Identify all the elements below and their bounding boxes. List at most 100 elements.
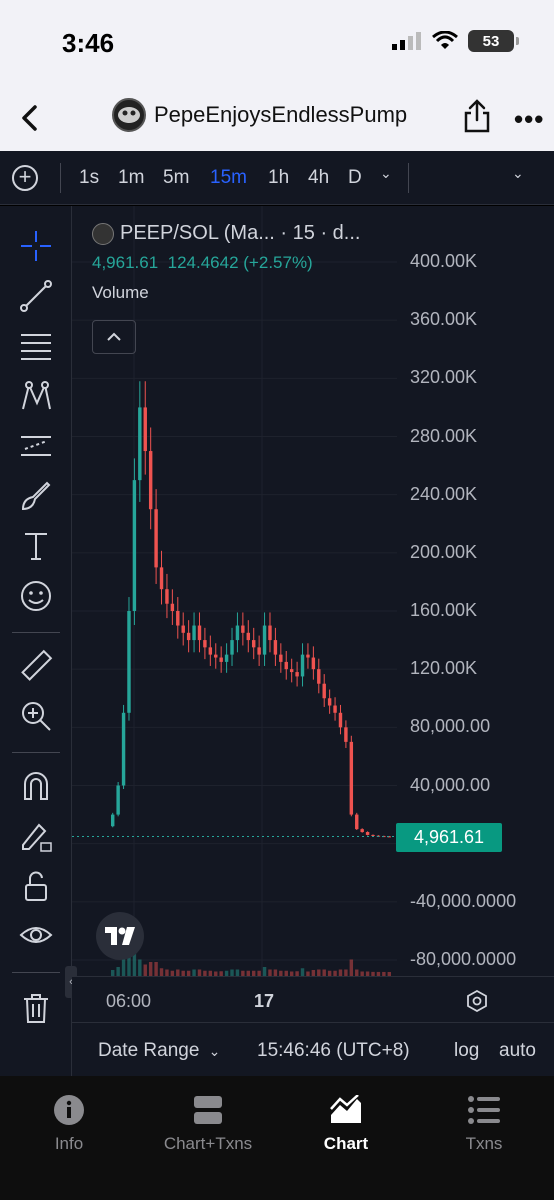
candle — [127, 611, 131, 713]
log-scale-toggle[interactable]: log — [454, 1040, 479, 1062]
timeframe-4h[interactable]: 4h — [308, 167, 329, 189]
candle — [219, 657, 223, 662]
chevron-left-icon — [22, 105, 37, 131]
symbol-title[interactable]: PEEP/SOL (Ma... · 15 · d... — [120, 222, 360, 245]
volume-bar — [148, 962, 153, 976]
candle — [241, 625, 245, 633]
text-tool[interactable] — [18, 528, 54, 564]
chart-type-dropdown-chevron-icon[interactable]: ⌄ — [512, 165, 524, 182]
tab-label: Txns — [465, 1134, 503, 1153]
candle — [257, 647, 261, 655]
price-axis-label: -40,000.0000 — [410, 890, 517, 911]
time-label: 17 — [254, 991, 275, 1011]
candle — [246, 632, 250, 641]
candle — [170, 603, 175, 611]
token-header: PepeEnjoysEndlessPump — [112, 98, 407, 132]
trash-icon — [24, 994, 48, 1023]
price-axis-label: -80,000.0000 — [410, 949, 517, 969]
candle — [148, 451, 153, 510]
volume-bar — [349, 959, 354, 976]
add-indicator-button[interactable]: + — [12, 165, 38, 191]
timeframe-5m[interactable]: 5m — [163, 167, 189, 189]
candle — [159, 567, 164, 590]
lock-drawings-tool[interactable] — [18, 818, 54, 854]
candle — [154, 509, 158, 568]
auto-scale-toggle[interactable]: auto — [499, 1040, 536, 1062]
candle — [116, 785, 120, 815]
candle — [322, 683, 326, 699]
share-button[interactable] — [462, 98, 492, 138]
emoji-tool[interactable] — [18, 578, 54, 614]
timeframe-dropdown-chevron-icon[interactable]: ⌄ — [380, 165, 392, 182]
chevron-up-icon — [107, 332, 121, 341]
volume-bar — [300, 968, 305, 976]
nav-bar: PepeEnjoysEndlessPump ••• — [0, 90, 554, 146]
trend-line-icon — [20, 280, 52, 312]
candle — [295, 672, 299, 677]
candle — [371, 834, 375, 836]
candle — [300, 654, 305, 677]
forecast-tool[interactable] — [18, 428, 54, 464]
legend-price: 4,961.61 — [92, 253, 159, 272]
trend-line-tool[interactable] — [18, 278, 54, 314]
horizontal-lines-tool[interactable] — [18, 328, 54, 364]
time-axis[interactable]: 06:00 17 — [72, 976, 554, 1022]
tradingview-logo-icon[interactable] — [96, 912, 144, 960]
date-range-button[interactable]: Date Range ⌄ — [98, 1040, 220, 1062]
delete-tool[interactable] — [18, 990, 54, 1026]
unlock-icon — [25, 871, 47, 901]
chart-icon — [330, 1095, 361, 1123]
timezone-clock[interactable]: 15:46:46 (UTC+8) — [257, 1040, 410, 1062]
cellular-signal-icon — [392, 32, 421, 50]
timeframe-d[interactable]: D — [348, 167, 362, 189]
candle — [365, 832, 370, 835]
candle — [268, 625, 272, 641]
zoom-tool[interactable] — [18, 698, 54, 734]
timeframe-15m[interactable]: 15m — [210, 167, 247, 189]
split-view-icon — [194, 1096, 222, 1124]
brush-tool[interactable] — [18, 478, 54, 514]
tools-divider — [12, 632, 60, 633]
candle — [355, 814, 359, 830]
timeframe-1m[interactable]: 1m — [118, 167, 144, 189]
timeframe-1s[interactable]: 1s — [79, 167, 99, 189]
top-header: 3:46 53 PepeEnjoysEndlessPump ••• — [0, 0, 554, 151]
tab-info[interactable]: Info — [9, 1094, 129, 1154]
last-price-tag: 4,961.61 — [396, 823, 502, 852]
candle — [208, 647, 213, 655]
price-axis-label: 280.00K — [410, 425, 478, 446]
price-axis-label: 160.00K — [410, 600, 478, 620]
zoom-in-icon — [22, 702, 51, 731]
list-icon — [468, 1096, 500, 1124]
candle — [235, 625, 240, 641]
crosshair-tool[interactable] — [18, 228, 54, 264]
more-options-button[interactable]: ••• — [514, 104, 544, 135]
tab-chart-txns[interactable]: Chart+Txns — [148, 1094, 268, 1154]
tools-divider — [12, 972, 60, 973]
back-button[interactable] — [14, 98, 44, 138]
price-chart[interactable] — [72, 206, 554, 976]
date-range-label: Date Range — [98, 1040, 200, 1061]
axis-settings-icon[interactable] — [466, 990, 488, 1012]
timeframe-1h[interactable]: 1h — [268, 167, 289, 189]
price-axis-label: 80,000.00 — [410, 716, 491, 737]
volume-bar — [138, 959, 142, 976]
candle — [186, 632, 191, 641]
symbol-logo-icon — [92, 222, 114, 245]
volume-bar — [262, 967, 267, 976]
measure-tool[interactable] — [18, 648, 54, 684]
candle — [111, 814, 115, 827]
crosshair-icon — [21, 231, 51, 261]
tab-label: Info — [54, 1134, 84, 1153]
magnet-tool[interactable] — [18, 768, 54, 804]
price-axis-label: 360.00K — [410, 309, 478, 330]
tab-txns[interactable]: Txns — [424, 1094, 544, 1154]
ruler-icon — [21, 649, 53, 681]
toolbar-divider — [408, 163, 409, 193]
tab-chart[interactable]: Chart — [286, 1094, 406, 1154]
collapse-legend-button[interactable] — [92, 320, 136, 354]
unlock-tool[interactable] — [18, 868, 54, 904]
price-axis-label: 40,000.00 — [410, 774, 491, 795]
pattern-tool[interactable] — [18, 378, 54, 414]
visibility-tool[interactable] — [18, 918, 54, 954]
